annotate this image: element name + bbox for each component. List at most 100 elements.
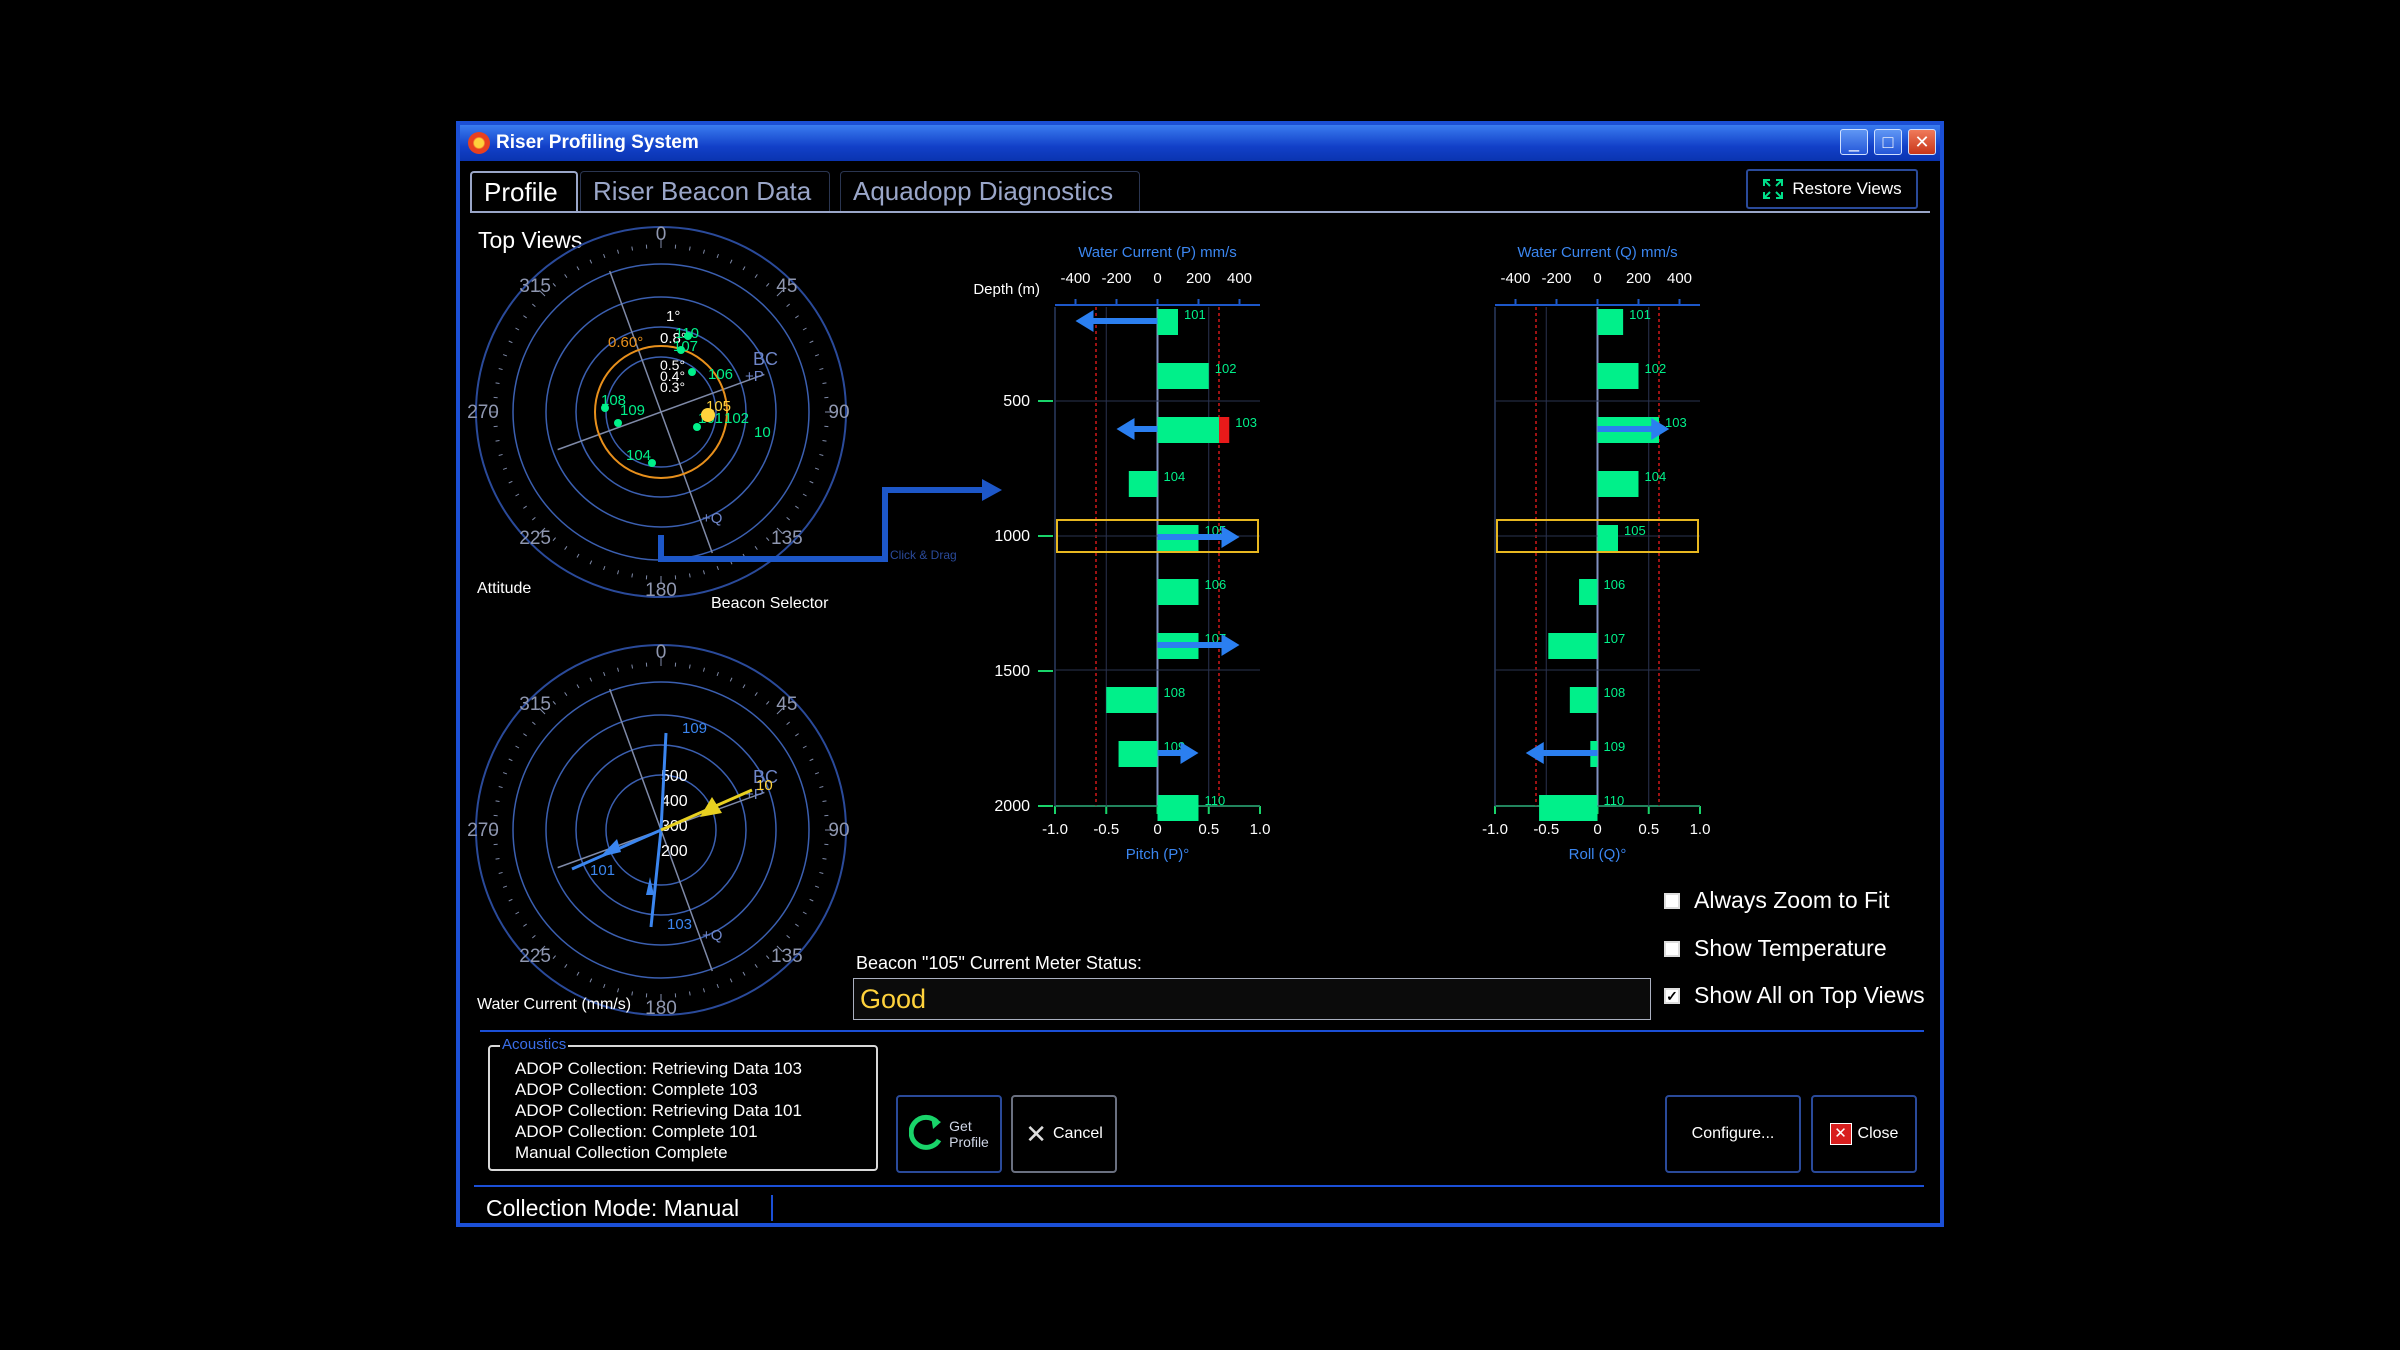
show-temperature-option[interactable]: Show Temperature — [1664, 935, 1887, 962]
water-beacon-label: 101 — [590, 862, 615, 879]
roll-chart-xlabel: Roll (Q)° — [1569, 846, 1627, 863]
water-current-plot-tick — [822, 857, 827, 860]
attitude-bc-label: BC — [753, 349, 778, 369]
water-current-plot-tick — [498, 786, 503, 789]
roll-chart-bottom-tick-label: -0.5 — [1533, 821, 1559, 838]
attitude-plot-tick — [589, 560, 593, 565]
pitch-chart-bar-102 — [1157, 363, 1209, 389]
get-profile-label-1: Get — [949, 1118, 972, 1134]
log-entry: Manual Collection Complete — [515, 1143, 728, 1162]
attitude-plot-tick — [564, 274, 568, 278]
pitch-chart-bar-label-104: 104 — [1164, 469, 1186, 484]
attitude-plot-tick — [502, 354, 508, 357]
attitude-plot-tick — [702, 570, 705, 575]
attitude-beacon-dot — [648, 459, 656, 467]
pitch-chart-bar-103 — [1157, 417, 1219, 443]
attitude-plot-tick — [822, 439, 827, 442]
pitch-chart-bar-label-103: 103 — [1235, 415, 1257, 430]
attitude-beacon-label: 106 — [708, 366, 733, 383]
close-red-icon: ✕ — [1829, 1123, 1852, 1145]
app-window: Riser Profiling System _ □ ✕ Profile Ris… — [456, 121, 1944, 1227]
attitude-plot-tick — [564, 546, 568, 550]
roll-chart-bar-label-103: 103 — [1665, 415, 1687, 430]
show-all-checkbox[interactable]: ✓ — [1664, 987, 1680, 1004]
close-button[interactable]: ✕ Close — [1811, 1095, 1917, 1173]
attitude-beacon-dot — [693, 423, 701, 431]
attitude-limit-label: 0.60° — [608, 334, 643, 351]
pitch-chart-bar-108 — [1106, 687, 1158, 713]
attitude-plot-tick — [631, 573, 634, 578]
pitch-chart-bar-101 — [1157, 309, 1178, 335]
attitude-plot-compass-label: 270 — [467, 402, 499, 423]
pitch-chart-current-arrowhead-105 — [1221, 526, 1240, 548]
show-temperature-checkbox[interactable] — [1664, 940, 1680, 957]
water-current-plot-tick — [617, 988, 620, 993]
pitch-chart-bar-label-106: 106 — [1205, 577, 1227, 592]
attitude-plot-tick — [802, 493, 807, 497]
water-current-plot-tick — [495, 800, 500, 803]
log-entry: ADOP Collection: Retrieving Data 101 — [515, 1101, 802, 1120]
water-current-plot-tick — [809, 898, 814, 902]
depth-axis-title: Depth (m) — [973, 281, 1040, 298]
pitch-chart-bar-104 — [1128, 471, 1158, 497]
pitch-chart-bottom-tick-label: -0.5 — [1093, 821, 1119, 838]
attitude-beacon-dot — [601, 404, 609, 412]
attitude-plot-tick — [729, 259, 733, 264]
section-divider — [480, 1030, 1924, 1032]
beacon-selector-label[interactable]: Beacon Selector — [711, 595, 828, 613]
pitch-chart-top-tick-label: -200 — [1101, 270, 1131, 287]
water-current-plot-compass-label: 135 — [771, 946, 803, 967]
log-entry: ADOP Collection: Complete 103 — [515, 1080, 758, 1099]
configure-button[interactable]: Configure... — [1665, 1095, 1801, 1173]
attitude-ring-label: 0.3° — [660, 379, 685, 395]
attitude-plot-tick — [702, 249, 705, 254]
always-zoom-option[interactable]: Always Zoom to Fit — [1664, 887, 1890, 914]
roll-chart-bar-108 — [1569, 687, 1598, 713]
water-current-plot-tick — [802, 745, 807, 749]
water-current-plot-tick — [552, 700, 556, 705]
roll-chart-bar-104 — [1597, 471, 1639, 497]
profile-visualization: 0 45 90 135 180 225 270 315 0 45 90 135 180 225 270 315… — [467, 224, 1711, 1019]
water-current-plot-tick — [498, 871, 503, 874]
water-current-plot-tick — [702, 988, 705, 993]
show-all-label: Show All on Top Views — [1694, 982, 1925, 1008]
attitude-plot-tick — [515, 327, 520, 331]
pitch-chart-top-tick-label: 0 — [1153, 270, 1161, 287]
roll-chart-bar-label-102: 102 — [1645, 361, 1667, 376]
attitude-plot-tick — [766, 282, 770, 287]
attitude-plot-tick — [688, 246, 691, 251]
pitch-chart-top-tick-label: -400 — [1060, 270, 1090, 287]
attitude-plot-tick — [617, 249, 620, 254]
water-current-plot-tick — [729, 677, 733, 682]
water-current-plot-tick — [508, 758, 513, 762]
always-zoom-checkbox[interactable] — [1664, 892, 1680, 909]
water-current-plot-tick — [564, 964, 568, 968]
water-current-plot-tick — [716, 671, 719, 677]
attitude-plot-tick — [523, 505, 527, 509]
show-all-option[interactable]: ✓ Show All on Top Views — [1664, 982, 1925, 1009]
attitude-plot-tick — [822, 382, 827, 385]
depth-tick-label: 2000 — [994, 798, 1030, 815]
water-current-plot-tick — [631, 664, 634, 669]
get-profile-button[interactable]: Get Profile — [896, 1095, 1002, 1173]
attitude-plot-tick — [603, 565, 606, 571]
roll-chart-bar-label-108: 108 — [1604, 685, 1626, 700]
pitch-chart-bottom-tick-label: 0.5 — [1198, 821, 1219, 838]
attitude-plot-tick — [552, 282, 556, 287]
acoustics-title: Acoustics — [500, 1036, 569, 1053]
roll-chart-top-tick-label: -200 — [1541, 270, 1571, 287]
attitude-label: Attitude — [477, 580, 532, 597]
meter-status-label: Beacon "105" Current Meter Status: — [856, 953, 1142, 973]
attitude-plot-tick — [617, 570, 620, 575]
water-current-plot-tick — [603, 671, 606, 677]
roll-chart-bottom-tick-label: 0 — [1593, 821, 1601, 838]
attitude-plot-compass-label: 315 — [519, 276, 551, 297]
pitch-chart-top-tick-label: 200 — [1186, 270, 1211, 287]
pitch-chart-bar-exceed-103 — [1219, 417, 1230, 443]
water-beacon-label: 103 — [667, 916, 692, 933]
cancel-button[interactable]: ✕ Cancel — [1011, 1095, 1117, 1173]
attitude-plot-tick — [531, 303, 536, 307]
roll-chart-bottom-tick-label: 0.5 — [1638, 821, 1659, 838]
roll-chart-bottom-tick-label: 1.0 — [1690, 821, 1711, 838]
cancel-label: Cancel — [1052, 1125, 1103, 1142]
